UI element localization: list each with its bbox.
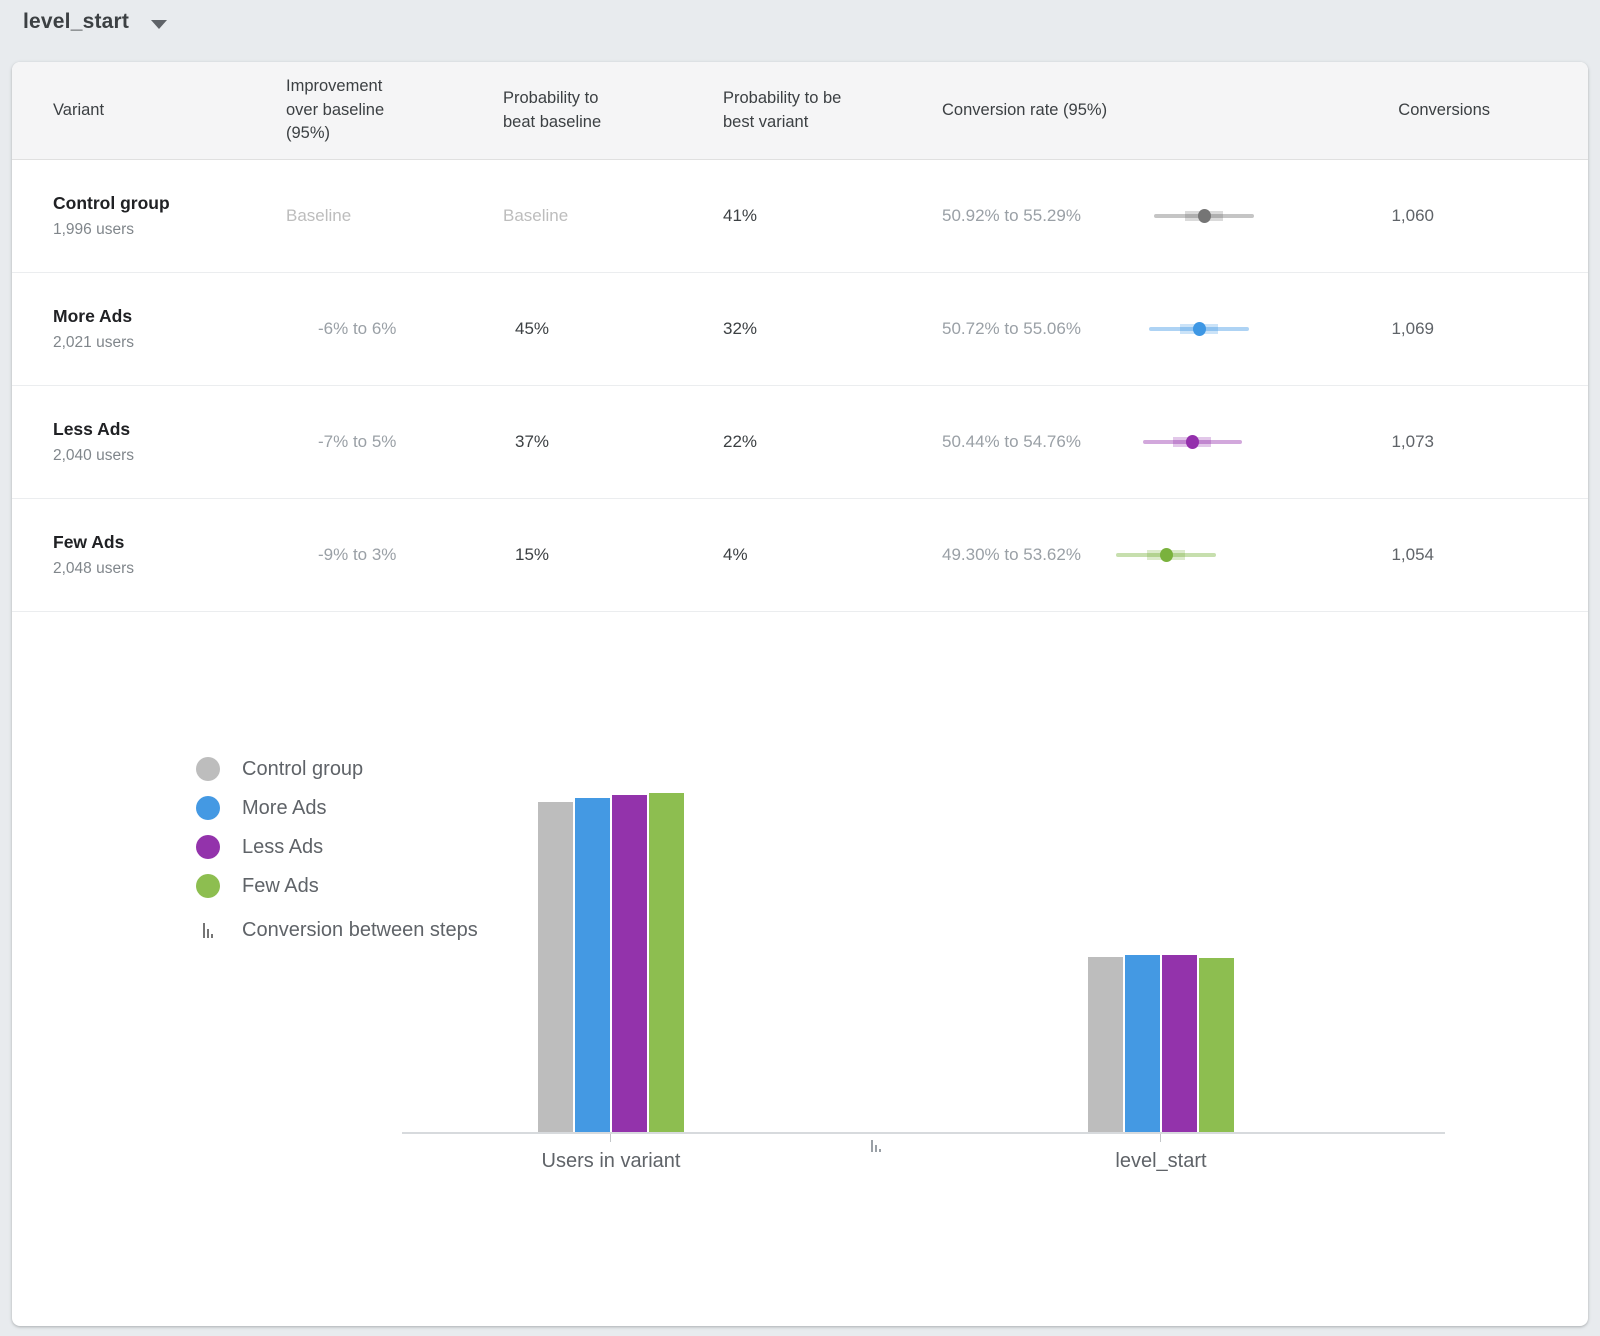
conversions-value: 1,069 — [1280, 319, 1490, 339]
variant-user-count: 1,996 users — [53, 221, 286, 239]
variant-cell: Few Ads 2,048 users — [53, 532, 286, 578]
prob-best-value: 22% — [723, 432, 942, 452]
confidence-interval-plot — [1105, 431, 1275, 453]
prob-beat-value: 37% — [503, 432, 723, 452]
legend-item-few-ads: Few Ads — [196, 874, 478, 898]
legend-item-control-group: Control group — [196, 757, 478, 781]
col-header-prob-best: Probability to be best variant — [723, 87, 942, 135]
bar-group-level-start — [1088, 612, 1234, 1132]
variant-name: Control group — [53, 193, 286, 214]
prob-best-value: 41% — [723, 206, 942, 226]
topbar: level_start — [0, 0, 1600, 62]
col-header-improvement: Improvement over baseline (95%) — [286, 75, 503, 147]
conversion-rate-interval-cell — [1105, 431, 1280, 453]
improvement-value: -7% to 5% — [286, 432, 503, 452]
conversion-rate-interval-cell — [1105, 205, 1280, 227]
variant-user-count: 2,021 users — [53, 334, 286, 352]
conversion-rate-interval-cell — [1105, 544, 1280, 566]
bar-control-group[interactable] — [538, 802, 573, 1132]
col-header-prob-beat: Probability to beat baseline — [503, 87, 723, 135]
legend-item-less-ads: Less Ads — [196, 835, 478, 859]
prob-beat-value: 15% — [503, 545, 723, 565]
conversion-steps-icon — [864, 1139, 888, 1157]
confidence-interval-plot — [1105, 205, 1275, 227]
bar-less-ads[interactable] — [1162, 955, 1197, 1132]
legend-color-dot — [196, 874, 220, 898]
legend-label: Conversion between steps — [242, 919, 478, 942]
legend-color-dot — [196, 835, 220, 859]
variant-user-count: 2,040 users — [53, 447, 286, 465]
legend-label: Control group — [242, 758, 363, 781]
variant-name: More Ads — [53, 306, 286, 327]
improvement-value: Baseline — [286, 206, 503, 226]
variant-name: Less Ads — [53, 419, 286, 440]
prob-beat-value: 45% — [503, 319, 723, 339]
conversion-rate-range: 50.72% to 55.06% — [942, 319, 1105, 339]
variant-cell: Control group 1,996 users — [53, 193, 286, 239]
bar-few-ads[interactable] — [649, 793, 684, 1132]
conversions-value: 1,060 — [1280, 206, 1490, 226]
improvement-value: -9% to 3% — [286, 545, 503, 565]
axis-label-level-start: level_start — [1115, 1150, 1206, 1173]
prob-beat-value: Baseline — [503, 206, 723, 226]
funnel-bar-chart: Control group More Ads Less Ads Few Ads … — [12, 612, 1588, 1321]
bar-more-ads[interactable] — [1125, 955, 1160, 1132]
axis-label-users-in-variant: Users in variant — [542, 1150, 681, 1173]
conversion-rate-range: 50.44% to 54.76% — [942, 432, 1105, 452]
col-header-conversions: Conversions — [1280, 99, 1490, 123]
bar-few-ads[interactable] — [1199, 958, 1234, 1132]
variant-cell: More Ads 2,021 users — [53, 306, 286, 352]
variant-cell: Less Ads 2,040 users — [53, 419, 286, 465]
confidence-interval-plot — [1105, 318, 1275, 340]
col-header-conversion-rate: Conversion rate (95%) — [942, 99, 1280, 123]
improvement-value: -6% to 6% — [286, 319, 503, 339]
legend-label: Less Ads — [242, 836, 323, 859]
table-header-row: Variant Improvement over baseline (95%) … — [12, 62, 1588, 160]
conversions-value: 1,054 — [1280, 545, 1490, 565]
conversion-rate-range: 50.92% to 55.29% — [942, 206, 1105, 226]
legend-item-conversion-steps: Conversion between steps — [196, 919, 478, 942]
axis-tick — [610, 1134, 611, 1142]
results-card: Variant Improvement over baseline (95%) … — [12, 62, 1588, 1326]
conversion-rate-range: 49.30% to 53.62% — [942, 545, 1105, 565]
prob-best-value: 4% — [723, 545, 942, 565]
confidence-interval-plot — [1105, 544, 1275, 566]
x-axis-line — [402, 1132, 1445, 1134]
axis-tick — [1160, 1134, 1161, 1142]
variant-user-count: 2,048 users — [53, 560, 286, 578]
table-row-control-group: Control group 1,996 users Baseline Basel… — [12, 160, 1588, 273]
bar-more-ads[interactable] — [575, 798, 610, 1132]
bar-group-users-in-variant — [538, 612, 684, 1132]
table-row-more-ads: More Ads 2,021 users -6% to 6% 45% 32% 5… — [12, 273, 1588, 386]
variant-name: Few Ads — [53, 532, 286, 553]
chart-legend: Control group More Ads Less Ads Few Ads … — [196, 757, 478, 957]
prob-best-value: 32% — [723, 319, 942, 339]
conversion-rate-interval-cell — [1105, 318, 1280, 340]
legend-label: Few Ads — [242, 875, 319, 898]
conversions-value: 1,073 — [1280, 432, 1490, 452]
bar-control-group[interactable] — [1088, 957, 1123, 1132]
bar-less-ads[interactable] — [612, 795, 647, 1132]
conversion-steps-icon — [196, 923, 220, 938]
metric-selector-dropdown[interactable]: level_start — [23, 10, 167, 34]
metric-selector-value: level_start — [23, 10, 129, 34]
dropdown-caret-icon — [151, 20, 167, 29]
legend-color-dot — [196, 796, 220, 820]
table-row-less-ads: Less Ads 2,040 users -7% to 5% 37% 22% 5… — [12, 386, 1588, 499]
legend-color-dot — [196, 757, 220, 781]
col-header-variant: Variant — [53, 99, 286, 123]
table-row-few-ads: Few Ads 2,048 users -9% to 3% 15% 4% 49.… — [12, 499, 1588, 612]
legend-item-more-ads: More Ads — [196, 796, 478, 820]
legend-label: More Ads — [242, 797, 326, 820]
